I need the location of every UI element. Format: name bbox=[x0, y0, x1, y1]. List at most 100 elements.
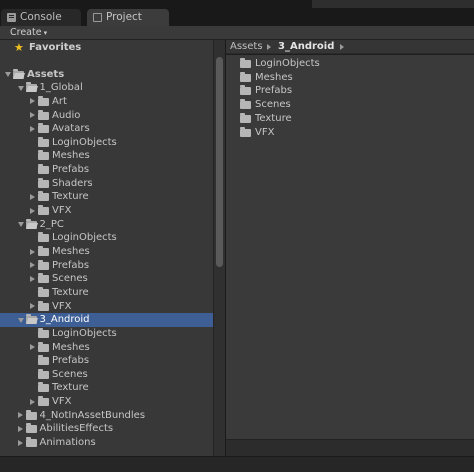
tree-item[interactable]: Meshes bbox=[0, 245, 213, 259]
folder-icon bbox=[38, 300, 49, 311]
tree-item[interactable]: Avatars bbox=[0, 122, 213, 136]
tree-item[interactable]: Prefabs bbox=[0, 259, 213, 273]
tree-item-label: Scenes bbox=[52, 273, 88, 285]
chevron-right-icon[interactable] bbox=[30, 98, 35, 105]
tree-item[interactable]: Texture bbox=[0, 381, 213, 395]
chevron-right-icon[interactable] bbox=[30, 262, 35, 269]
tree-item-label: Assets bbox=[27, 68, 65, 80]
tree-item[interactable]: Prefabs bbox=[0, 163, 213, 177]
tree-item-label: Shaders bbox=[52, 177, 93, 189]
folder-icon bbox=[38, 177, 49, 188]
tree-item[interactable]: Scenes bbox=[0, 368, 213, 382]
folder-icon bbox=[38, 232, 49, 243]
tree-item-favorites[interactable]: ★ Favorites bbox=[0, 41, 213, 55]
tree-item[interactable]: Art bbox=[0, 95, 213, 109]
favorites-label: Favorites bbox=[29, 42, 82, 53]
chevron-right-icon[interactable] bbox=[17, 439, 23, 446]
tree-item-label: 1_Global bbox=[39, 82, 83, 94]
folder-icon bbox=[25, 423, 37, 434]
chevron-right-icon[interactable] bbox=[17, 412, 23, 419]
tree-item-label: Scenes bbox=[52, 368, 88, 380]
chevron-down-icon[interactable] bbox=[17, 85, 24, 91]
console-icon bbox=[7, 13, 16, 22]
tree-item-label: VFX bbox=[52, 205, 72, 216]
tree-item[interactable]: Audio bbox=[0, 109, 213, 123]
chevron-right-icon[interactable] bbox=[267, 44, 271, 50]
chevron-right-icon[interactable] bbox=[30, 398, 35, 405]
tree-item[interactable]: Shaders bbox=[0, 177, 213, 191]
tree-item[interactable]: LoginObjects bbox=[0, 136, 213, 150]
tree-item[interactable]: AbilitiesEffects bbox=[0, 422, 213, 436]
folder-icon bbox=[240, 99, 251, 110]
tree-item[interactable]: Prefabs bbox=[0, 354, 213, 368]
tab-project[interactable]: Project bbox=[87, 9, 169, 26]
tree-item[interactable]: VFX bbox=[0, 300, 213, 314]
tree-item[interactable]: Assets bbox=[0, 68, 213, 82]
tree-item[interactable]: 1_Global bbox=[0, 81, 213, 95]
chevron-right-icon[interactable] bbox=[30, 248, 35, 255]
tree-item[interactable]: VFX bbox=[0, 395, 213, 409]
tree-item[interactable]: 2_PC bbox=[0, 218, 213, 232]
chevron-right-icon[interactable] bbox=[30, 193, 35, 200]
tree-item[interactable]: Texture bbox=[0, 190, 213, 204]
chevron-down-icon[interactable] bbox=[17, 317, 24, 323]
tree-scrollbar[interactable] bbox=[213, 40, 225, 456]
tree-scrollbar-thumb[interactable] bbox=[216, 57, 223, 267]
chevron-down-icon[interactable] bbox=[5, 72, 11, 77]
project-icon bbox=[93, 13, 102, 22]
chevron-down-icon[interactable] bbox=[17, 222, 24, 228]
tree-item-label: Texture bbox=[52, 286, 89, 298]
tree-item-label: 2_PC bbox=[39, 218, 64, 230]
create-button-label: Create bbox=[10, 27, 42, 38]
tree-item-label: Prefabs bbox=[52, 355, 90, 367]
tree-item[interactable]: Meshes bbox=[0, 341, 213, 355]
tree-item[interactable]: LoginObjects bbox=[0, 327, 213, 341]
folder-icon bbox=[38, 382, 49, 393]
tree-item-label: 3_Android bbox=[39, 314, 90, 326]
chevron-right-icon[interactable] bbox=[340, 44, 344, 50]
tree-item[interactable]: 3_Android bbox=[0, 313, 213, 327]
folder-icon bbox=[240, 58, 251, 68]
tree-item[interactable]: Scenes bbox=[0, 272, 213, 286]
chevron-right-icon[interactable] bbox=[17, 425, 23, 432]
folder-icon bbox=[240, 112, 251, 123]
folder-icon bbox=[38, 355, 49, 366]
tree-item[interactable]: Texture bbox=[0, 286, 213, 300]
chevron-right-icon[interactable] bbox=[30, 303, 35, 310]
tree-item[interactable]: Animations bbox=[0, 436, 213, 450]
list-item-label: LoginObjects bbox=[255, 58, 320, 69]
chevron-right-icon[interactable] bbox=[30, 125, 35, 132]
breadcrumb: Assets 3_Android bbox=[226, 40, 474, 54]
tree-item-label: 4_NotInAssetBundles bbox=[39, 409, 146, 421]
breadcrumb-item[interactable]: Assets bbox=[230, 40, 263, 54]
tab-bar: Console Project bbox=[0, 0, 474, 26]
chevron-right-icon[interactable] bbox=[30, 207, 35, 214]
list-item-label: Meshes bbox=[255, 71, 293, 83]
folder-icon bbox=[25, 437, 37, 448]
folder-open-icon bbox=[25, 218, 37, 229]
folder-icon bbox=[38, 123, 49, 134]
breadcrumb-item[interactable]: 3_Android bbox=[278, 40, 334, 54]
tree-item-label: Prefabs bbox=[52, 259, 90, 271]
folder-icon bbox=[240, 85, 251, 96]
tab-project-label: Project bbox=[106, 11, 142, 23]
folder-tree-panel: ★ Favorites Assets 1_Global Art Audio Avatar… bbox=[0, 40, 213, 456]
chevron-right-icon[interactable] bbox=[30, 112, 35, 118]
list-item-label: VFX bbox=[255, 126, 275, 138]
tree-item-label: Audio bbox=[52, 109, 81, 121]
tree-item[interactable]: VFX bbox=[0, 204, 213, 218]
tree-item-label: AbilitiesEffects bbox=[39, 423, 114, 435]
tree-item[interactable]: LoginObjects bbox=[0, 231, 213, 245]
chevron-right-icon[interactable] bbox=[30, 275, 35, 282]
folder-icon bbox=[240, 126, 251, 137]
folder-icon bbox=[38, 164, 49, 174]
folder-open-icon bbox=[13, 68, 24, 79]
tree-item-label: Avatars bbox=[52, 123, 90, 135]
create-button[interactable]: Create ▾ bbox=[4, 26, 53, 39]
chevron-right-icon[interactable] bbox=[30, 344, 35, 350]
tab-console[interactable]: Console bbox=[1, 9, 81, 26]
tree-item[interactable]: Meshes bbox=[0, 149, 213, 163]
tree-item[interactable]: 4_NotInAssetBundles bbox=[0, 409, 213, 423]
folder-icon bbox=[38, 341, 49, 352]
folder-icon bbox=[38, 191, 49, 202]
